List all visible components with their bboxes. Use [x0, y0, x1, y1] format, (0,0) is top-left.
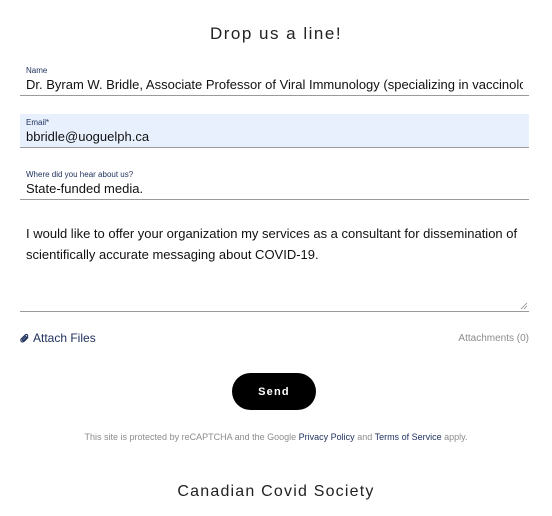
attachments-count: Attachments (0) — [458, 333, 529, 344]
terms-of-service-link[interactable]: Terms of Service — [375, 432, 442, 442]
referral-source-value[interactable]: State-funded media. — [26, 180, 523, 198]
referral-source-label: Where did you hear about us? — [26, 170, 134, 179]
email-field[interactable]: Email* bbridle@uoguelph.ca — [20, 114, 529, 148]
recaptcha-notice: This site is protected by reCAPTCHA and … — [0, 432, 552, 442]
name-field[interactable]: Name Dr. Byram W. Bridle, Associate Prof… — [20, 64, 529, 96]
name-field-value[interactable]: Dr. Byram W. Bridle, Associate Professor… — [26, 76, 523, 94]
footer-site-title: Canadian Covid Society — [177, 483, 375, 500]
recaptcha-conjunction: and — [357, 432, 373, 442]
form-title: Drop us a line! — [209, 24, 343, 43]
message-text[interactable]: I would like to offer your organization … — [26, 226, 517, 262]
message-textarea[interactable]: I would like to offer your organization … — [20, 214, 529, 312]
name-field-label: Name — [26, 66, 48, 75]
resize-handle-icon[interactable] — [520, 302, 528, 310]
contact-form-page: Drop us a line! Name Dr. Byram W. Bridle… — [0, 0, 552, 516]
attach-files-button[interactable]: Attach Files — [20, 331, 96, 345]
email-field-label: Email* — [26, 118, 50, 127]
referral-source-field[interactable]: Where did you hear about us? State-funde… — [20, 168, 529, 200]
attach-files-label[interactable]: Attach Files — [33, 331, 96, 345]
send-button[interactable]: Send — [232, 373, 316, 410]
email-field-value[interactable]: bbridle@uoguelph.ca — [26, 128, 523, 146]
recaptcha-suffix: apply. — [444, 432, 468, 442]
recaptcha-prefix: This site is protected by reCAPTCHA and … — [84, 432, 297, 442]
privacy-policy-link[interactable]: Privacy Policy — [299, 432, 355, 442]
paperclip-icon — [20, 333, 29, 343]
